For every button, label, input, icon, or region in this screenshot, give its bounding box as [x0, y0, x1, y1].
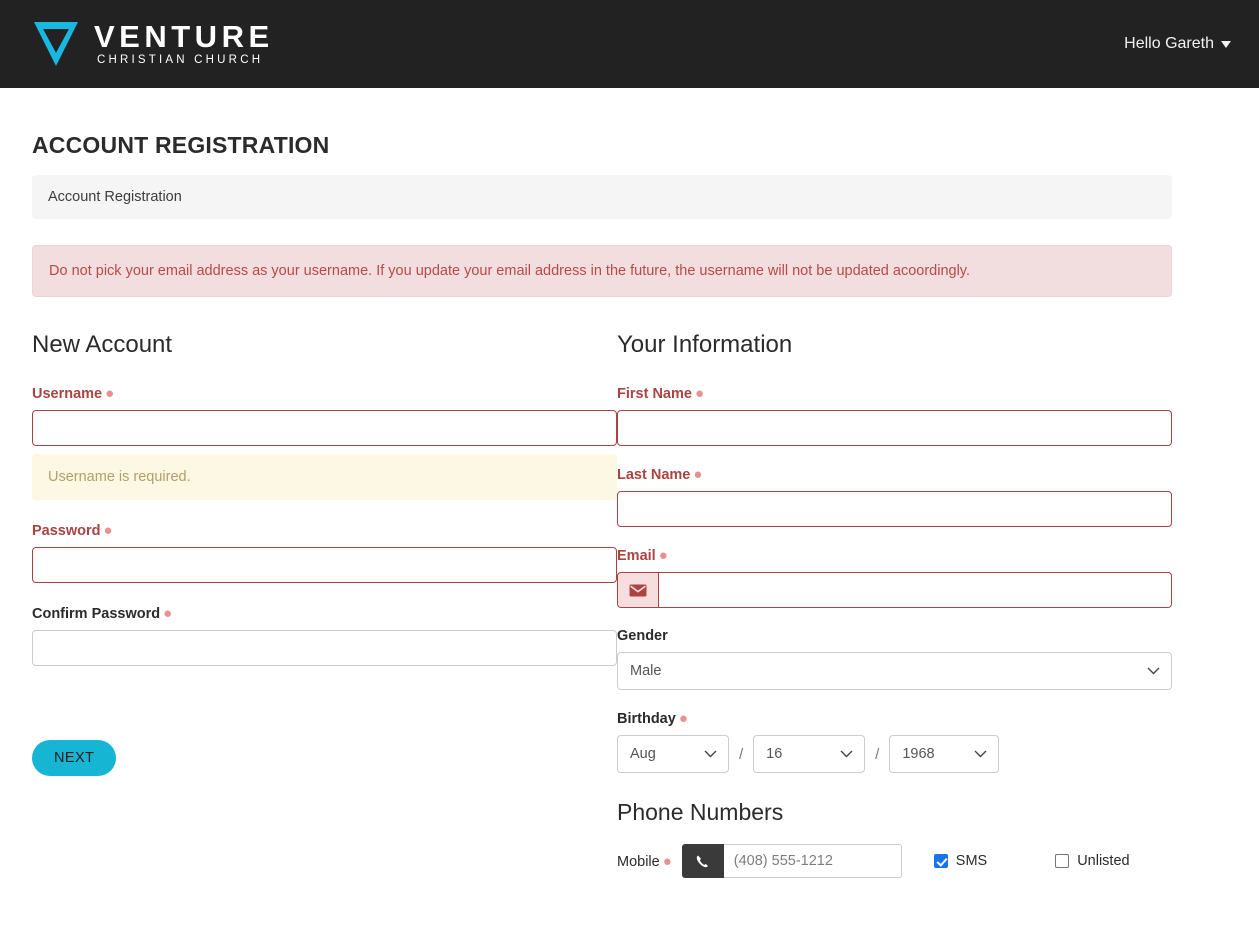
birthday-year-wrap: 1968 [889, 735, 1000, 773]
form-columns: New Account Username ● Username is requir… [32, 317, 1227, 878]
alert-message: Do not pick your email address as your u… [49, 263, 970, 279]
your-information-heading: Your Information [617, 331, 793, 358]
user-menu[interactable]: Hello Gareth [1120, 29, 1235, 59]
new-account-section: New Account Username ● Username is requir… [32, 317, 617, 878]
birthday-label: Birthday ● [617, 710, 1172, 727]
birthday-month-select[interactable]: Aug [617, 735, 729, 773]
alert-username-warning: Do not pick your email address as your u… [32, 245, 1172, 297]
birthday-day-value: 16 [766, 746, 783, 762]
birthday-label-text: Birthday [617, 711, 676, 727]
required-marker-icon: ● [658, 547, 668, 564]
birthday-day-select[interactable]: 16 [753, 735, 866, 773]
field-email: Email ● [617, 547, 1172, 608]
field-birthday: Birthday ● Aug / 16 / 1968 [617, 710, 1172, 773]
next-button[interactable]: NEXT [32, 740, 117, 776]
unlisted-label: Unlisted [1077, 853, 1130, 869]
venture-v-logo-icon [34, 22, 78, 66]
mobile-phone-input[interactable] [723, 844, 902, 878]
field-gender: Gender Male [617, 628, 1172, 690]
birthday-day-wrap: 16 [753, 735, 866, 773]
field-first-name: First Name ● [617, 385, 1172, 446]
birthday-separator: / [739, 745, 744, 763]
gender-label: Gender [617, 628, 668, 644]
phone-numbers-heading: Phone Numbers [617, 799, 784, 825]
first-name-label-text: First Name [617, 386, 692, 402]
birthday-row: Aug / 16 / 1968 [617, 735, 1172, 773]
breadcrumb: Account Registration [32, 175, 1172, 219]
user-greeting-label: Hello Gareth [1124, 35, 1214, 52]
username-error-message: Username is required. [32, 454, 617, 500]
birthday-year-value: 1968 [902, 746, 935, 762]
new-account-heading: New Account [32, 331, 173, 358]
field-last-name: Last Name ● [617, 466, 1172, 527]
required-marker-icon: ● [662, 852, 672, 870]
chevron-down-icon [1221, 40, 1231, 48]
last-name-label: Last Name ● [617, 466, 1172, 483]
password-label-text: Password [32, 523, 101, 539]
phone-icon [681, 844, 724, 878]
first-name-input[interactable] [617, 410, 1172, 446]
email-label-text: Email [617, 548, 656, 564]
brand-logo[interactable]: VENTURE CHRISTIAN CHURCH [32, 19, 274, 69]
envelope-icon [617, 572, 658, 608]
confirm-password-label-text: Confirm Password [32, 606, 161, 622]
page-content: ACCOUNT REGISTRATION Account Registratio… [0, 132, 1259, 878]
required-marker-icon: ● [678, 710, 688, 727]
required-marker-icon: ● [163, 605, 173, 622]
page-title: ACCOUNT REGISTRATION [32, 132, 330, 158]
unlisted-checkbox[interactable] [1055, 854, 1070, 868]
required-marker-icon: ● [105, 385, 115, 402]
password-input[interactable] [32, 547, 617, 583]
sms-checkbox[interactable] [933, 854, 948, 868]
mobile-phone-row: Mobile● SMS Unlisted [617, 844, 1172, 878]
breadcrumb-item: Account Registration [48, 189, 182, 205]
birthday-separator: / [875, 745, 880, 763]
last-name-input[interactable] [617, 491, 1172, 527]
field-password: Password ● [32, 522, 617, 583]
field-confirm-password: Confirm Password ● [32, 605, 617, 666]
email-input-group [617, 572, 1172, 608]
username-label: Username ● [32, 385, 617, 402]
last-name-label-text: Last Name [617, 467, 691, 483]
field-username: Username ● Username is required. [32, 385, 617, 500]
email-input[interactable] [657, 572, 1172, 608]
your-information-section: Your Information First Name ● Last Name ● … [617, 317, 1172, 878]
username-input[interactable] [32, 410, 617, 446]
required-marker-icon: ● [693, 466, 703, 483]
site-header: VENTURE CHRISTIAN CHURCH Hello Gareth [0, 0, 1259, 88]
brand-name: VENTURE [94, 19, 274, 55]
birthday-month-wrap: Aug [617, 735, 729, 773]
mobile-label-text: Mobile [617, 853, 660, 870]
password-label: Password ● [32, 522, 617, 539]
username-label-text: Username [32, 386, 103, 402]
gender-select-wrap: Male [617, 652, 1172, 690]
required-marker-icon: ● [103, 522, 113, 539]
gender-select[interactable]: Male [617, 652, 1172, 690]
birthday-month-value: Aug [630, 746, 656, 762]
unlisted-checkbox-item[interactable]: Unlisted [1055, 853, 1130, 869]
birthday-year-select[interactable]: 1968 [889, 735, 1000, 773]
mobile-label: Mobile ● [617, 853, 672, 870]
confirm-password-input[interactable] [32, 630, 617, 666]
email-label: Email ● [617, 547, 1172, 564]
sms-label: SMS [955, 853, 988, 869]
brand-subtitle: CHRISTIAN CHURCH [97, 54, 264, 67]
required-marker-icon: ● [694, 385, 705, 402]
gender-selected-value: Male [630, 663, 662, 679]
first-name-label: First Name ● [617, 385, 1172, 402]
confirm-password-label: Confirm Password ● [32, 605, 617, 622]
sms-checkbox-item[interactable]: SMS [933, 853, 988, 869]
